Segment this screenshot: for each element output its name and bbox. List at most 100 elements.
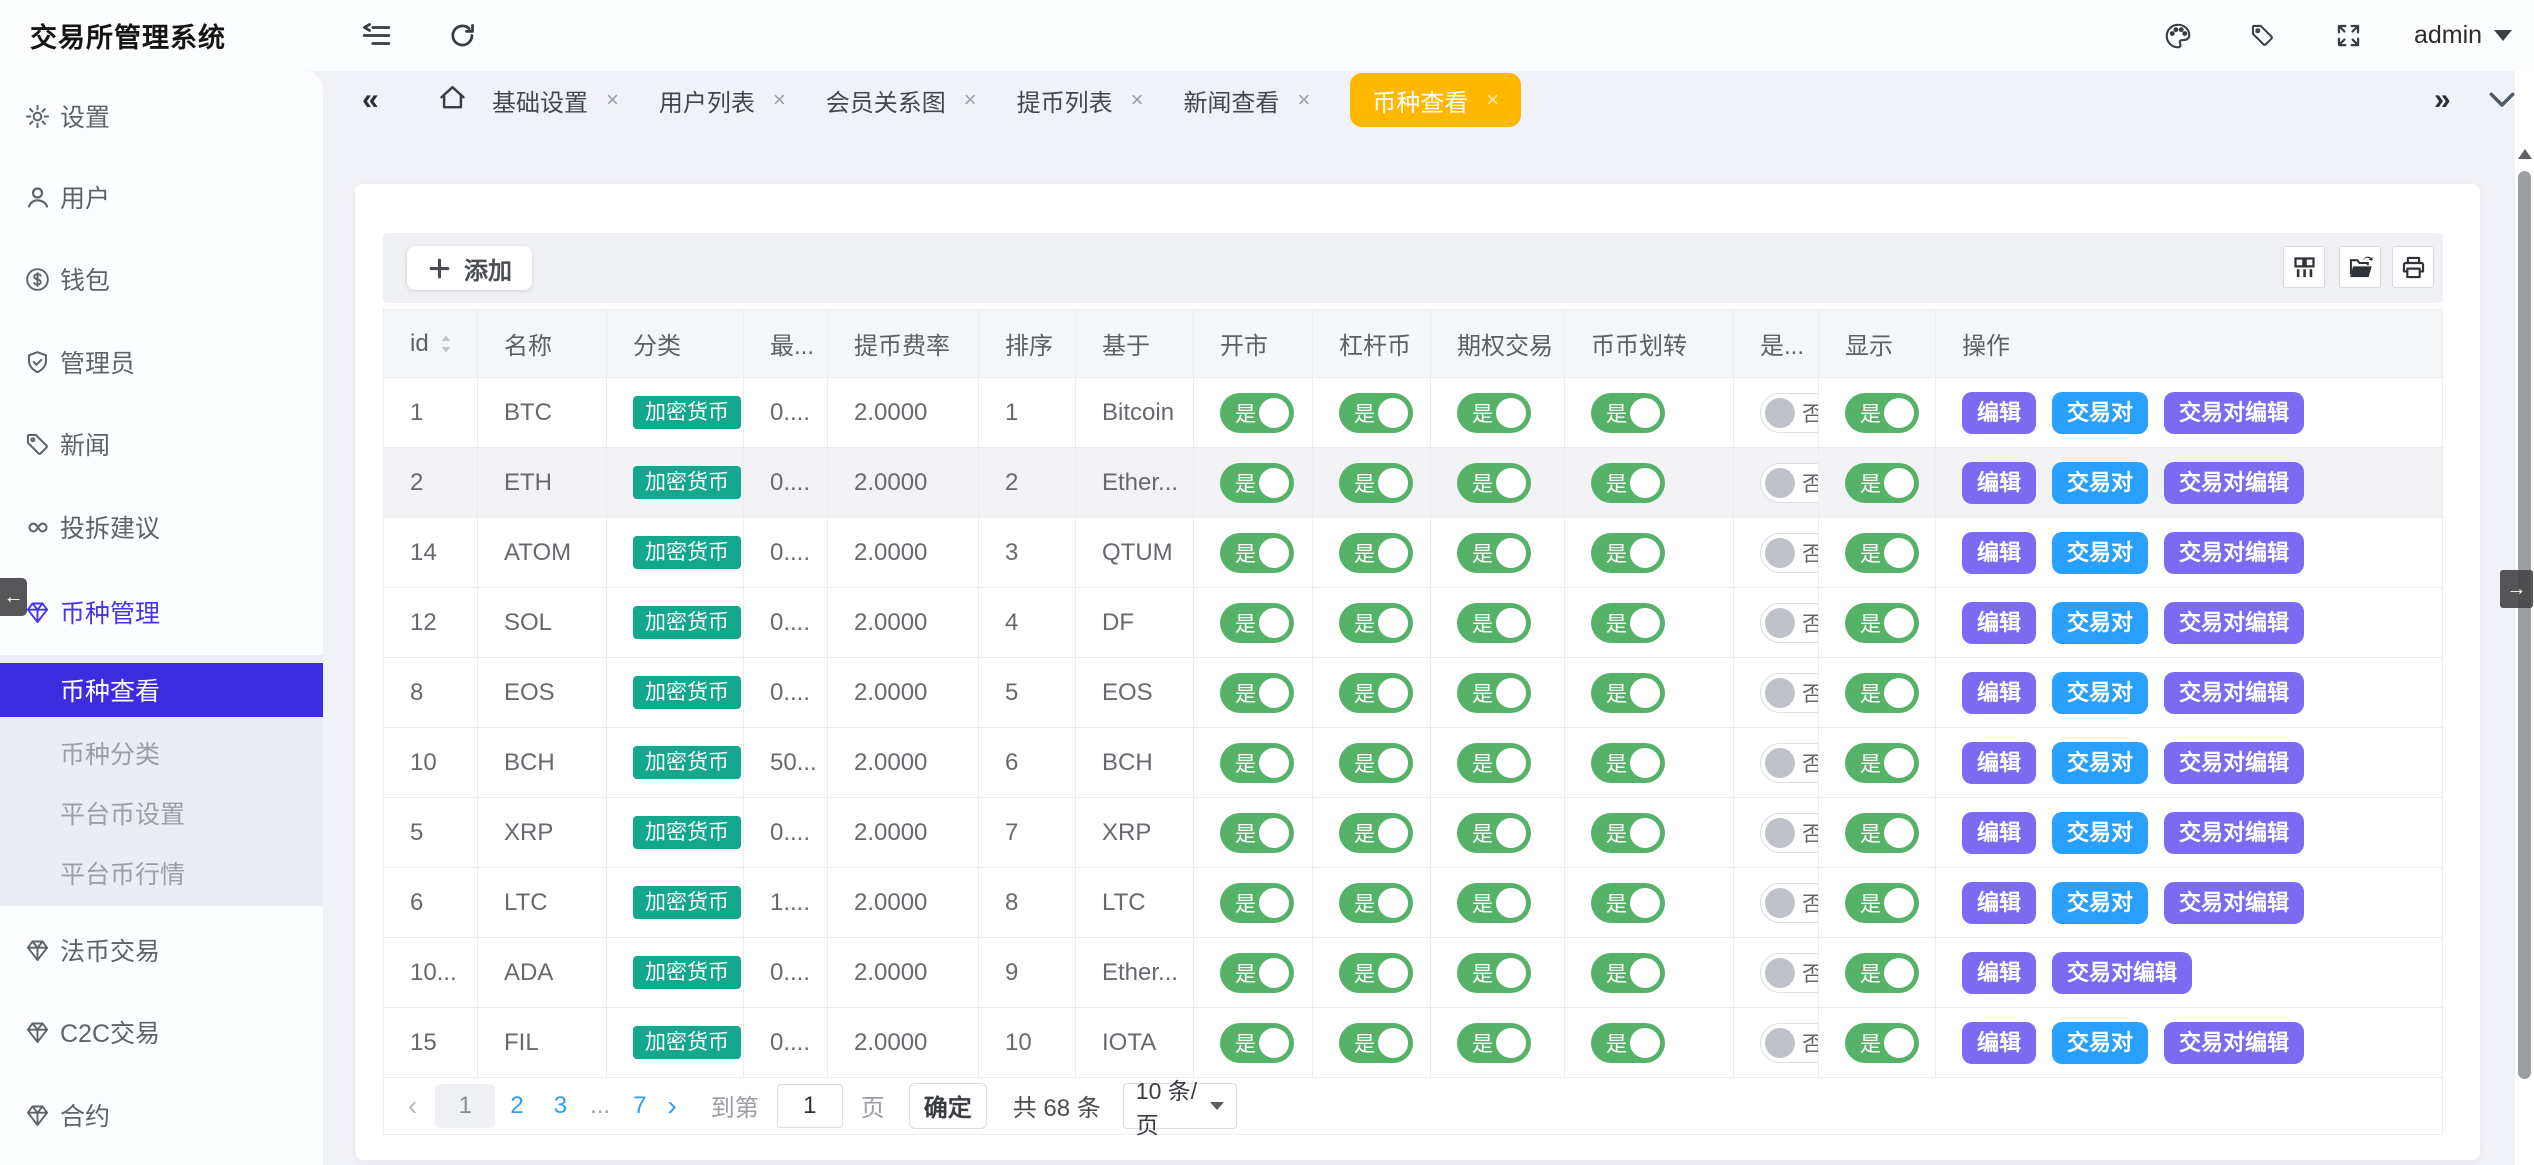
close-icon[interactable]: × <box>964 89 977 111</box>
pair-edit-button[interactable]: 交易对编辑 <box>2164 1022 2304 1064</box>
toggle-on[interactable]: 是 <box>1457 603 1531 643</box>
page-jump-input[interactable] <box>777 1084 843 1128</box>
toggle-on[interactable]: 是 <box>1457 813 1531 853</box>
close-icon[interactable]: × <box>1297 89 1310 111</box>
pair-edit-button[interactable]: 交易对编辑 <box>2164 392 2304 434</box>
edit-button[interactable]: 编辑 <box>1962 462 2036 504</box>
sidebar-item[interactable]: 设置 <box>0 88 323 144</box>
columns-icon[interactable] <box>2283 246 2325 288</box>
edit-button[interactable]: 编辑 <box>1962 812 2036 854</box>
toggle-on[interactable]: 是 <box>1591 673 1665 713</box>
toggle-on[interactable]: 是 <box>1457 533 1531 573</box>
toggle-on[interactable]: 是 <box>1845 743 1919 783</box>
tabs-dropdown-button[interactable] <box>2486 90 2518 117</box>
toggle-on[interactable]: 是 <box>1457 673 1531 713</box>
edit-button[interactable]: 编辑 <box>1962 882 2036 924</box>
toggle-off[interactable]: 否 <box>1760 393 1819 433</box>
pair-button[interactable]: 交易对 <box>2052 462 2148 504</box>
pair-edit-button[interactable]: 交易对编辑 <box>2164 742 2304 784</box>
close-icon[interactable]: × <box>1486 89 1499 111</box>
sidebar-item[interactable]: C2C交易 <box>0 1004 323 1060</box>
sidebar-item[interactable]: 用户 <box>0 169 323 225</box>
toggle-on[interactable]: 是 <box>1591 463 1665 503</box>
toggle-on[interactable]: 是 <box>1339 533 1413 573</box>
toggle-on[interactable]: 是 <box>1220 883 1294 923</box>
sidebar-subitem[interactable]: 平台币设置 <box>0 783 323 843</box>
home-tab[interactable] <box>428 76 476 124</box>
toggle-off[interactable]: 否 <box>1760 1023 1819 1063</box>
toggle-on[interactable]: 是 <box>1591 883 1665 923</box>
sidebar-item[interactable]: 钱包 <box>0 251 323 307</box>
close-icon[interactable]: × <box>773 89 786 111</box>
toggle-on[interactable]: 是 <box>1457 393 1531 433</box>
toggle-on[interactable]: 是 <box>1339 743 1413 783</box>
menu-fold-icon[interactable] <box>354 0 398 71</box>
pair-button[interactable]: 交易对 <box>2052 532 2148 574</box>
edit-button[interactable]: 编辑 <box>1962 742 2036 784</box>
toggle-on[interactable]: 是 <box>1339 603 1413 643</box>
toggle-on[interactable]: 是 <box>1591 813 1665 853</box>
scroll-up-arrow[interactable] <box>2518 149 2532 159</box>
edit-button[interactable]: 编辑 <box>1962 532 2036 574</box>
toggle-off[interactable]: 否 <box>1760 883 1819 923</box>
toggle-on[interactable]: 是 <box>1457 463 1531 503</box>
next-page-button[interactable]: › <box>667 1090 676 1122</box>
toggle-on[interactable]: 是 <box>1339 1023 1413 1063</box>
pair-button[interactable]: 交易对 <box>2052 1022 2148 1064</box>
toggle-on[interactable]: 是 <box>1845 813 1919 853</box>
toggle-on[interactable]: 是 <box>1457 883 1531 923</box>
refresh-icon[interactable] <box>440 0 484 71</box>
toggle-on[interactable]: 是 <box>1845 953 1919 993</box>
toggle-on[interactable]: 是 <box>1220 463 1294 503</box>
toggle-on[interactable]: 是 <box>1591 743 1665 783</box>
tab-新闻查看[interactable]: 新闻查看× <box>1183 73 1310 127</box>
tab-基础设置[interactable]: 基础设置× <box>492 73 619 127</box>
sidebar-subitem[interactable]: 币种查看 <box>0 663 323 717</box>
toggle-on[interactable]: 是 <box>1845 883 1919 923</box>
toggle-off[interactable]: 否 <box>1760 603 1819 643</box>
toggle-on[interactable]: 是 <box>1845 1023 1919 1063</box>
toggle-on[interactable]: 是 <box>1845 533 1919 573</box>
user-menu[interactable]: admin <box>2414 0 2512 71</box>
sidebar-item[interactable]: 投拆建议 <box>0 499 323 555</box>
print-icon[interactable] <box>2392 246 2434 288</box>
toggle-on[interactable]: 是 <box>1457 743 1531 783</box>
toggle-on[interactable]: 是 <box>1457 1023 1531 1063</box>
tabs-scroll-right[interactable]: » <box>2434 71 2451 129</box>
toggle-on[interactable]: 是 <box>1339 813 1413 853</box>
toggle-off[interactable]: 否 <box>1760 743 1819 783</box>
tag-icon[interactable] <box>2240 0 2284 71</box>
toggle-on[interactable]: 是 <box>1339 883 1413 923</box>
toggle-on[interactable]: 是 <box>1339 673 1413 713</box>
tab-用户列表[interactable]: 用户列表× <box>659 73 786 127</box>
sidebar-item[interactable]: 新闻 <box>0 416 323 472</box>
pair-button[interactable]: 交易对 <box>2052 602 2148 644</box>
sidebar-subitem[interactable]: 平台币行情 <box>0 843 323 903</box>
toggle-on[interactable]: 是 <box>1220 1023 1294 1063</box>
page-size-select[interactable]: 10 条/页 <box>1123 1083 1237 1129</box>
toggle-on[interactable]: 是 <box>1220 813 1294 853</box>
sidebar-subitem[interactable]: 币种分类 <box>0 723 323 783</box>
page-link[interactable]: 3 <box>554 1092 567 1120</box>
toggle-on[interactable]: 是 <box>1591 393 1665 433</box>
pair-edit-button[interactable]: 交易对编辑 <box>2164 532 2304 574</box>
close-icon[interactable]: × <box>606 89 619 111</box>
toggle-on[interactable]: 是 <box>1591 1023 1665 1063</box>
toggle-on[interactable]: 是 <box>1591 603 1665 643</box>
toggle-on[interactable]: 是 <box>1591 533 1665 573</box>
prev-page-button[interactable]: ‹ <box>408 1090 417 1122</box>
toggle-on[interactable]: 是 <box>1339 393 1413 433</box>
toggle-off[interactable]: 否 <box>1760 463 1819 503</box>
sidebar-collapse-handle[interactable]: ← <box>0 578 27 616</box>
edit-button[interactable]: 编辑 <box>1962 392 2036 434</box>
toggle-on[interactable]: 是 <box>1591 953 1665 993</box>
tab-提币列表[interactable]: 提币列表× <box>1017 73 1144 127</box>
toggle-on[interactable]: 是 <box>1845 463 1919 503</box>
toggle-on[interactable]: 是 <box>1457 953 1531 993</box>
edit-button[interactable]: 编辑 <box>1962 952 2036 994</box>
sort-icon[interactable] <box>439 333 453 355</box>
tab-会员关系图[interactable]: 会员关系图× <box>826 73 977 127</box>
pair-edit-button[interactable]: 交易对编辑 <box>2164 462 2304 504</box>
pair-edit-button[interactable]: 交易对编辑 <box>2164 812 2304 854</box>
toggle-on[interactable]: 是 <box>1220 393 1294 433</box>
